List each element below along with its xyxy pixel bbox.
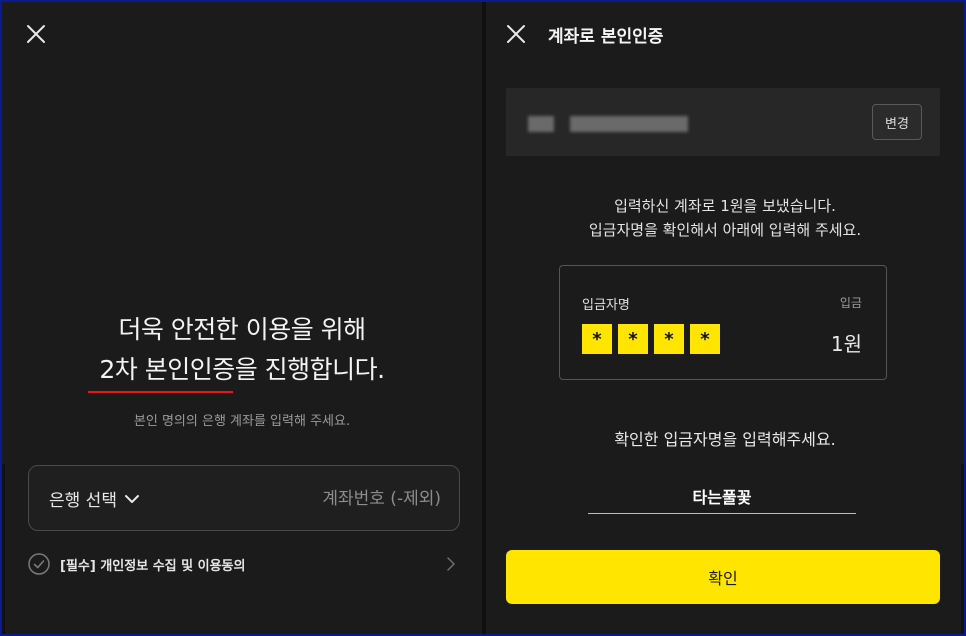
right-edge-line (961, 464, 964, 634)
headline-red-underline (88, 391, 233, 393)
masked-char: * (690, 324, 720, 354)
depositor-label: 입금자명 (582, 298, 630, 313)
right-panel: 계좌로 본인인증 변경 입력하신 계좌로 1원을 보냈습니다. 입금자명을 확인… (486, 2, 964, 634)
headline-line-1: 더욱 안전한 이용을 위해 (118, 315, 366, 344)
confirm-button[interactable]: 확인 (506, 550, 940, 604)
headline: 더욱 안전한 이용을 위해 2차 본인인증을 진행합니다. (2, 310, 482, 393)
masked-bank-name (528, 116, 554, 132)
masked-char: * (618, 324, 648, 354)
info-message-line-2: 입금자명을 확인해서 아래에 입력해 주세요. (588, 221, 862, 239)
account-input-box: 은행 선택 (28, 465, 460, 531)
check-circle-icon[interactable] (28, 553, 50, 575)
close-icon (507, 25, 525, 43)
consent-label: [필수] 개인정보 수집 및 이용동의 (60, 558, 246, 574)
consent-row[interactable]: [필수] 개인정보 수집 및 이용동의 (28, 551, 460, 577)
close-button[interactable] (24, 22, 48, 46)
bank-select-dropdown[interactable]: 은행 선택 (49, 486, 139, 511)
headline-underlined-text: 2차 본인인증 (99, 355, 235, 384)
close-icon (27, 25, 45, 43)
depositor-prompt: 확인한 입금자명을 입력해주세요. (614, 430, 836, 449)
left-panel: 더욱 안전한 이용을 위해 2차 본인인증을 진행합니다. 본인 명의의 은행 … (2, 2, 482, 634)
headline-line-2-rest: 을 진행합니다. (234, 355, 385, 384)
info-message-line-1: 입력하신 계좌로 1원을 보냈습니다. (614, 197, 836, 215)
depositor-name-input[interactable] (588, 478, 856, 514)
deposit-info-card: 입금자명 입금 * * * * 1원 (559, 265, 887, 380)
change-account-button[interactable]: 변경 (872, 104, 922, 140)
bank-select-label: 은행 선택 (49, 491, 117, 511)
info-message: 입력하신 계좌로 1원을 보냈습니다. 입금자명을 확인해서 아래에 입력해 주… (486, 194, 964, 242)
masked-account-number (570, 116, 688, 132)
masked-char: * (582, 324, 612, 354)
headline-line-2: 2차 본인인증을 진행합니다. (2, 350, 482, 390)
subtitle: 본인 명의의 은행 계좌를 입력해 주세요. (133, 414, 351, 429)
deposit-amount: 1원 (830, 332, 862, 356)
chevron-right-icon[interactable] (446, 556, 456, 572)
account-summary-bar: 변경 (506, 88, 940, 156)
close-button[interactable] (504, 22, 528, 46)
page-title: 계좌로 본인인증 (548, 27, 664, 47)
left-edge-line (2, 464, 5, 634)
account-number-input[interactable] (241, 484, 441, 514)
deposit-label: 입금 (839, 296, 862, 310)
chevron-down-icon (124, 494, 139, 503)
masked-char: * (654, 324, 684, 354)
masked-depositor-name: * * * * (582, 324, 720, 354)
